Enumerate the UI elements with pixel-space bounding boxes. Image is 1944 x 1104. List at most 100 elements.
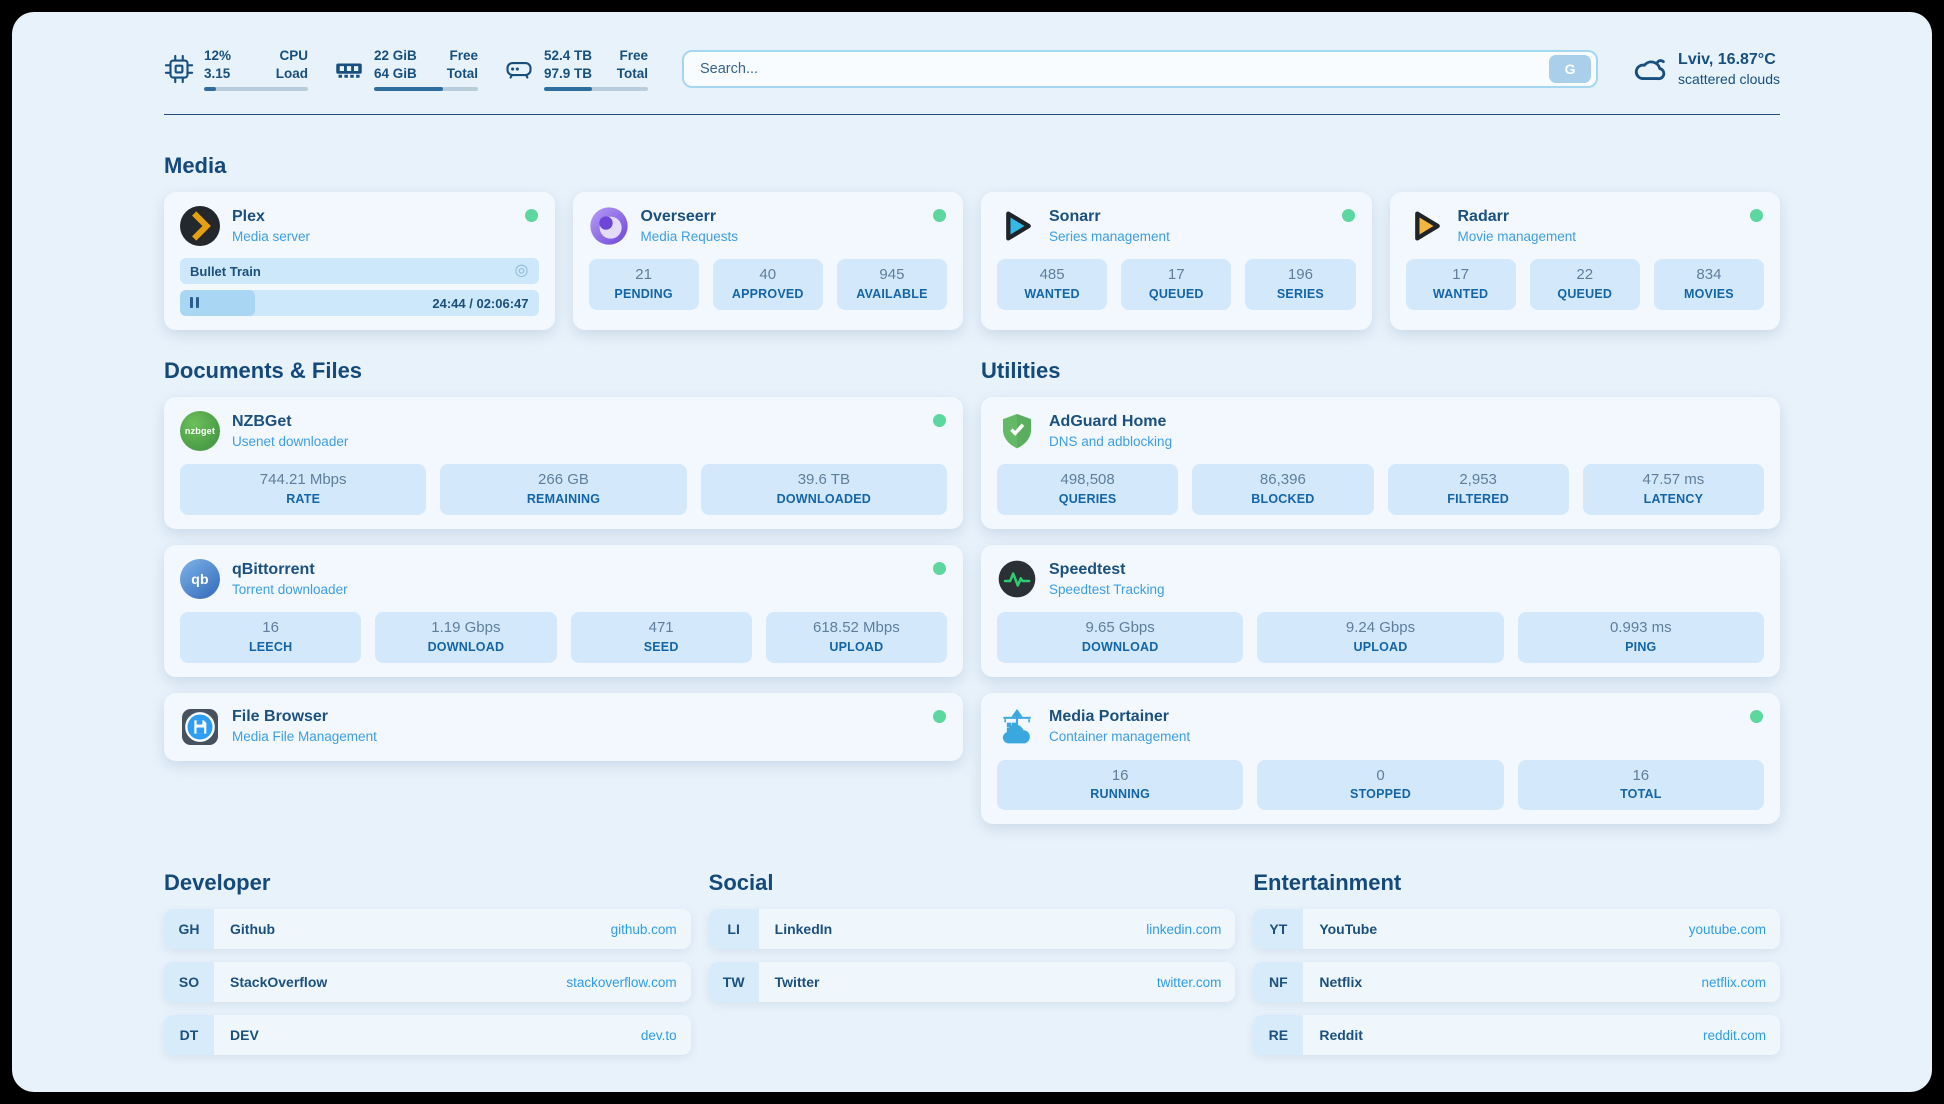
service-subtitle: Container management — [1049, 729, 1190, 745]
stat-label: AVAILABLE — [841, 287, 943, 302]
section-title-entertainment: Entertainment — [1253, 870, 1780, 896]
filebrowser-icon — [180, 707, 220, 747]
bookmark-abbr: DT — [164, 1015, 214, 1055]
section-title-social: Social — [709, 870, 1236, 896]
service-card-overseerr[interactable]: OverseerrMedia Requests21PENDING40APPROV… — [573, 192, 964, 330]
service-card-plex[interactable]: PlexMedia server Bullet Train◎ 24:44 / 02:… — [164, 192, 555, 330]
service-card-nzbget[interactable]: nzbget NZBGet Usenet downloader 744.21 Mbps… — [164, 397, 963, 529]
bookmark-url: twitter.com — [1157, 975, 1236, 990]
stat-box-available: 945 AVAILABLE — [837, 259, 947, 310]
qbittorrent-icon: qb — [180, 559, 220, 599]
status-dot — [1342, 209, 1355, 222]
stat-box-wanted: 485WANTED — [997, 259, 1107, 310]
bookmark-group-entertainment: Entertainment YTYouTubeyoutube.com NFNetfl… — [1253, 870, 1780, 1068]
nzbget-icon: nzbget — [180, 411, 220, 451]
service-card-media-portainer[interactable]: Media Portainer Container management 16RUN… — [981, 693, 1780, 825]
stat-row: 17WANTED22QUEUED834MOVIES — [1406, 259, 1765, 310]
stat-value: 834 — [1658, 266, 1760, 285]
stat-value: 12% — [204, 47, 231, 65]
plex-icon — [180, 206, 220, 246]
stat-label: Free — [619, 47, 648, 65]
stat-value: 945 — [841, 266, 943, 285]
bookmark-link-github[interactable]: GHGithubgithub.com — [164, 909, 691, 949]
bookmark-url: netflix.com — [1701, 975, 1780, 990]
stat-box-queries: 498,508QUERIES — [997, 464, 1178, 515]
app-window: 12%CPU3.15Load22 GiBFree64 GiBTotal52.4 … — [0, 0, 1944, 1104]
service-text: PlexMedia server — [232, 207, 310, 245]
search-input[interactable] — [698, 60, 1549, 78]
stat-label: BLOCKED — [1196, 492, 1369, 507]
stat-row: 744.21 MbpsRATE266 GBREMAINING39.6 TBDOW… — [180, 464, 947, 515]
service-title: AdGuard Home — [1049, 412, 1172, 432]
stat-row: 21PENDING40APPROVED945AVAILABLE — [589, 259, 948, 310]
stat-value: 3.15 — [204, 65, 230, 83]
service-subtitle: Usenet downloader — [232, 434, 348, 450]
bookmark-link-stackoverflow[interactable]: SOStackOverflowstackoverflow.com — [164, 962, 691, 1002]
playback-progress-fill — [180, 290, 255, 316]
bookmark-name: YouTube — [1303, 921, 1688, 937]
weather-widget: Lviv, 16.87°C scattered clouds — [1632, 50, 1780, 89]
stat-label: SERIES — [1249, 287, 1351, 302]
section-utilities: Utilities AdGuard HomeDNS and adblocking… — [981, 358, 1780, 824]
now-playing-row: Bullet Train◎ — [180, 258, 539, 284]
status-dot — [933, 710, 946, 723]
stat-row: 16LEECH1.19 GbpsDOWNLOAD471SEED618.52 Mb… — [180, 612, 947, 663]
stat-label: QUEUED — [1125, 287, 1227, 302]
service-card-speedtest[interactable]: SpeedtestSpeedtest Tracking 9.65 GbpsDOWN… — [981, 545, 1780, 677]
stat-label: QUERIES — [1001, 492, 1174, 507]
service-subtitle: Torrent downloader — [232, 582, 348, 598]
service-title: Overseerr — [641, 207, 739, 227]
status-dot — [933, 414, 946, 427]
service-text: SpeedtestSpeedtest Tracking — [1049, 560, 1165, 598]
stat-value: 16 — [1001, 767, 1239, 786]
service-card-radarr[interactable]: RadarrMovie management17WANTED22QUEUED83… — [1390, 192, 1781, 330]
service-card-file-browser[interactable]: File BrowserMedia File Management — [164, 693, 963, 761]
bookmark-url: dev.to — [641, 1028, 691, 1043]
service-text: OverseerrMedia Requests — [641, 207, 739, 245]
bookmark-name: DEV — [214, 1027, 641, 1043]
session-info-icon[interactable]: ◎ — [515, 263, 529, 279]
system-stat-cpu: 12% CPU 3.15 Load — [164, 47, 308, 92]
bookmark-link-dev[interactable]: DTDEVdev.to — [164, 1015, 691, 1055]
dashboard-main: Media PlexMedia serverBullet Train◎24:44… — [164, 153, 1780, 1068]
bookmark-link-youtube[interactable]: YTYouTubeyoutube.com — [1253, 909, 1780, 949]
bookmark-link-linkedin[interactable]: LILinkedInlinkedin.com — [709, 909, 1236, 949]
service-title: Media Portainer — [1049, 707, 1190, 727]
pause-icon[interactable] — [190, 296, 202, 311]
bookmark-link-twitter[interactable]: TWTwittertwitter.com — [709, 962, 1236, 1002]
service-card-qbittorrent[interactable]: qbqBittorrentTorrent downloader16LEECH1.… — [164, 545, 963, 677]
stat-label: WANTED — [1001, 287, 1103, 302]
section-title-utilities: Utilities — [981, 358, 1780, 384]
bookmark-name: Twitter — [759, 974, 1157, 990]
section-title-developer: Developer — [164, 870, 691, 896]
service-text: Media Portainer Container management — [1049, 707, 1190, 745]
stat-label: SEED — [575, 640, 748, 655]
system-stat-disk: 52.4 TBFree97.9 TBTotal — [504, 47, 648, 92]
stat-box-download: 9.65 GbpsDOWNLOAD — [997, 612, 1243, 663]
stat-box-series: 196SERIES — [1245, 259, 1355, 310]
bookmark-group-social: Social LILinkedInlinkedin.com TWTwittertwi… — [709, 870, 1236, 1068]
service-card-adguard-home[interactable]: AdGuard HomeDNS and adblocking498,508QUE… — [981, 397, 1780, 529]
search-engine-button[interactable]: G — [1549, 55, 1591, 83]
stat-label: Load — [276, 65, 308, 83]
stat-row: 9.65 GbpsDOWNLOAD9.24 GbpsUPLOAD0.993 ms… — [997, 612, 1764, 663]
stat-label: CPU — [279, 47, 308, 65]
bookmark-link-reddit[interactable]: RERedditreddit.com — [1253, 1015, 1780, 1055]
adguard-icon — [997, 411, 1037, 451]
service-title: Radarr — [1458, 207, 1577, 227]
now-playing-widget: Bullet Train◎ 24:44 / 02:06:47 — [180, 258, 539, 316]
bookmarks: Developer GHGithubgithub.com SOStackOverfl… — [164, 870, 1780, 1068]
middle-columns: Documents & Files nzbget NZBGet Usenet dow… — [164, 358, 1780, 824]
service-title: NZBGet — [232, 412, 348, 432]
media-cards: PlexMedia server Bullet Train◎ 24:44 / 02:… — [164, 192, 1780, 330]
stat-box-rate: 744.21 MbpsRATE — [180, 464, 426, 515]
search-bar[interactable]: G — [682, 50, 1598, 88]
service-card-sonarr[interactable]: SonarrSeries management485WANTED17QUEUED… — [981, 192, 1372, 330]
stat-label: Total — [617, 65, 648, 83]
stat-box-running: 16RUNNING — [997, 760, 1243, 811]
usage-progressbar-fill — [544, 87, 592, 92]
bookmark-link-netflix[interactable]: NFNetflixnetflix.com — [1253, 962, 1780, 1002]
playback-time: 24:44 / 02:06:47 — [432, 290, 528, 316]
section-title-documents: Documents & Files — [164, 358, 963, 384]
stat-box-queued: 22QUEUED — [1530, 259, 1640, 310]
